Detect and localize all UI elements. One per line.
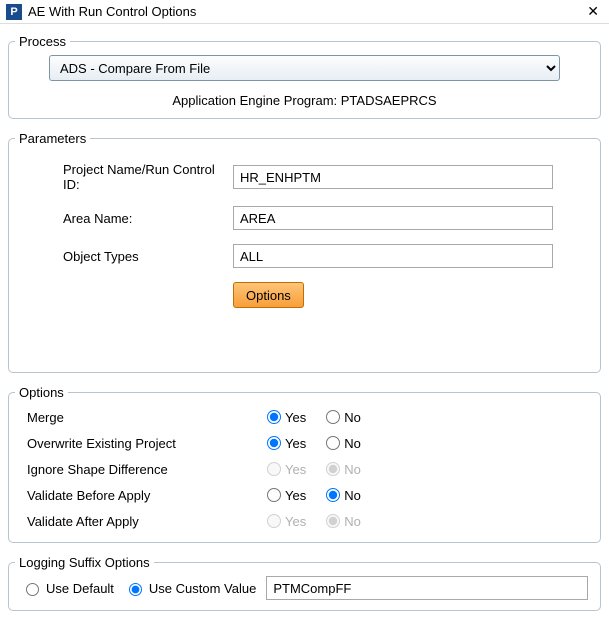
close-icon[interactable]: ✕ <box>583 3 603 20</box>
parameters-legend: Parameters <box>15 131 90 146</box>
area-name-input[interactable] <box>233 206 553 230</box>
option-no-radio <box>326 462 340 476</box>
option-radio-pair: Yes No <box>267 462 379 477</box>
option-no-radio[interactable] <box>326 410 340 424</box>
options-group: Options MergeYesNoOverwrite Existing Pro… <box>8 385 601 543</box>
logging-group: Logging Suffix Options Use Default Use C… <box>8 555 601 611</box>
ae-program-label: Application Engine Program: PTADSAEPRCS <box>9 85 600 118</box>
option-radio-pair: Yes No <box>267 410 379 425</box>
use-custom-text: Use Custom Value <box>149 581 256 596</box>
process-legend: Process <box>15 34 70 49</box>
option-row: Overwrite Existing Project Yes No <box>23 430 586 456</box>
option-yes-text: Yes <box>285 436 306 451</box>
option-radio-pair: Yes No <box>267 514 379 529</box>
object-types-input[interactable] <box>233 244 553 268</box>
window-title: AE With Run Control Options <box>28 4 583 19</box>
option-label: Ignore Shape Difference <box>23 462 267 477</box>
options-button[interactable]: Options <box>233 282 304 308</box>
option-yes-label: Yes <box>267 514 306 529</box>
option-yes-radio <box>267 514 281 528</box>
param-row-project: Project Name/Run Control ID: <box>23 162 586 192</box>
option-yes-radio[interactable] <box>267 436 281 450</box>
option-no-label: No <box>326 462 361 477</box>
logging-suffix-input[interactable] <box>266 576 588 600</box>
use-default-label[interactable]: Use Default <box>21 580 114 596</box>
option-no-text: No <box>344 462 361 477</box>
option-yes-text: Yes <box>285 488 306 503</box>
use-custom-label[interactable]: Use Custom Value <box>124 580 256 596</box>
option-row: Validate Before Apply Yes No <box>23 482 586 508</box>
option-no-label: No <box>326 514 361 529</box>
option-yes-radio <box>267 462 281 476</box>
app-icon: P <box>6 4 22 20</box>
use-default-text: Use Default <box>46 581 114 596</box>
logging-legend: Logging Suffix Options <box>15 555 154 570</box>
param-label-project: Project Name/Run Control ID: <box>23 162 233 192</box>
option-no-text: No <box>344 436 361 451</box>
option-no-radio <box>326 514 340 528</box>
option-yes-radio[interactable] <box>267 488 281 502</box>
param-label-object-types: Object Types <box>23 249 233 264</box>
option-label: Validate Before Apply <box>23 488 267 503</box>
option-no-radio[interactable] <box>326 488 340 502</box>
param-label-area: Area Name: <box>23 211 233 226</box>
options-legend: Options <box>15 385 68 400</box>
option-radio-pair: Yes No <box>267 436 379 451</box>
param-row-area: Area Name: <box>23 206 586 230</box>
option-no-label[interactable]: No <box>326 488 361 503</box>
option-yes-radio[interactable] <box>267 410 281 424</box>
parameters-group: Parameters Project Name/Run Control ID: … <box>8 131 601 373</box>
dialog-content: Process ADS - Compare From File Applicat… <box>0 24 609 631</box>
option-label: Merge <box>23 410 267 425</box>
option-radio-pair: Yes No <box>267 488 379 503</box>
process-group: Process ADS - Compare From File Applicat… <box>8 34 601 119</box>
process-select[interactable]: ADS - Compare From File <box>49 55 560 81</box>
option-yes-label: Yes <box>267 462 306 477</box>
option-row: Ignore Shape Difference Yes No <box>23 456 586 482</box>
option-yes-label[interactable]: Yes <box>267 436 306 451</box>
option-yes-label[interactable]: Yes <box>267 488 306 503</box>
option-row: Merge Yes No <box>23 404 586 430</box>
option-no-label[interactable]: No <box>326 436 361 451</box>
option-no-text: No <box>344 410 361 425</box>
option-no-text: No <box>344 488 361 503</box>
param-row-object-types: Object Types <box>23 244 586 268</box>
titlebar: P AE With Run Control Options ✕ <box>0 0 609 24</box>
option-yes-label[interactable]: Yes <box>267 410 306 425</box>
project-name-input[interactable] <box>233 165 553 189</box>
option-label: Validate After Apply <box>23 514 267 529</box>
option-yes-text: Yes <box>285 514 306 529</box>
option-row: Validate After Apply Yes No <box>23 508 586 534</box>
use-custom-radio[interactable] <box>129 583 142 596</box>
option-label: Overwrite Existing Project <box>23 436 267 451</box>
option-yes-text: Yes <box>285 462 306 477</box>
option-no-radio[interactable] <box>326 436 340 450</box>
option-no-label[interactable]: No <box>326 410 361 425</box>
option-yes-text: Yes <box>285 410 306 425</box>
option-no-text: No <box>344 514 361 529</box>
use-default-radio[interactable] <box>26 583 39 596</box>
